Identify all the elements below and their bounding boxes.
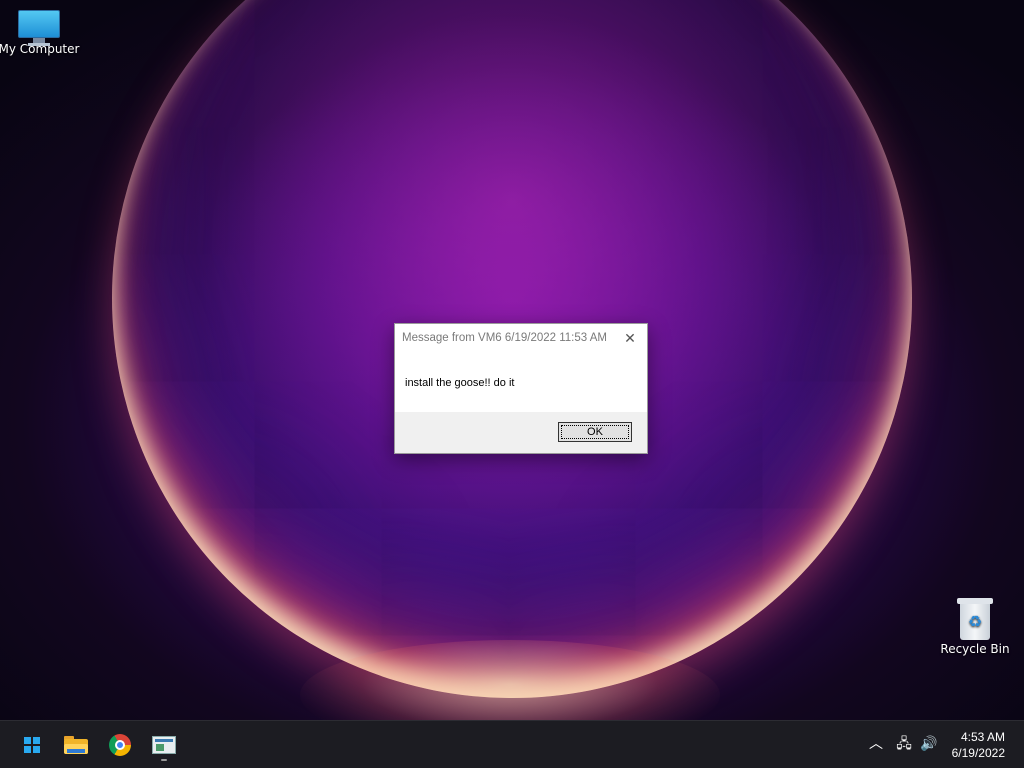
dialog-message: install the goose!! do it (405, 377, 515, 389)
desktop-icon-recycle-bin[interactable]: ♻ Recycle Bin (933, 598, 1017, 656)
network-icon[interactable]: 🖧 (893, 735, 915, 753)
start-button[interactable] (16, 729, 48, 761)
volume-icon[interactable]: 🔊 (918, 735, 940, 753)
close-icon[interactable]: ✕ (619, 328, 641, 350)
desktop-icon-label: Recycle Bin (940, 642, 1010, 656)
dialog-title: Message from VM6 6/19/2022 11:53 AM (402, 332, 607, 344)
taskbar-file-explorer[interactable] (60, 729, 92, 761)
clock-time: 4:53 AM (960, 730, 1005, 744)
chrome-icon (109, 734, 131, 756)
windows-start-icon (24, 737, 40, 753)
computer-icon (18, 10, 60, 46)
clock-date: 6/19/2022 (951, 746, 1005, 760)
taskbar-message-app[interactable] (148, 729, 180, 761)
dialog-footer: OK (395, 412, 647, 453)
message-window-icon (152, 736, 176, 754)
folder-icon (64, 736, 88, 754)
ok-button[interactable]: OK (558, 422, 632, 442)
message-dialog: Message from VM6 6/19/2022 11:53 AM ✕ in… (394, 323, 648, 454)
taskbar: ︿ 🖧 🔊 4:53 AM 6/19/2022 (0, 720, 1024, 768)
recycle-bin-icon: ♻ (957, 598, 993, 640)
taskbar-chrome[interactable] (104, 729, 136, 761)
dialog-titlebar[interactable]: Message from VM6 6/19/2022 11:53 AM ✕ (395, 324, 647, 354)
running-indicator (161, 759, 167, 761)
chevron-up-icon[interactable]: ︿ (867, 735, 885, 753)
desktop-icon-my-computer[interactable]: My Computer (0, 10, 81, 56)
taskbar-clock[interactable]: 4:53 AM 6/19/2022 (952, 729, 1005, 761)
